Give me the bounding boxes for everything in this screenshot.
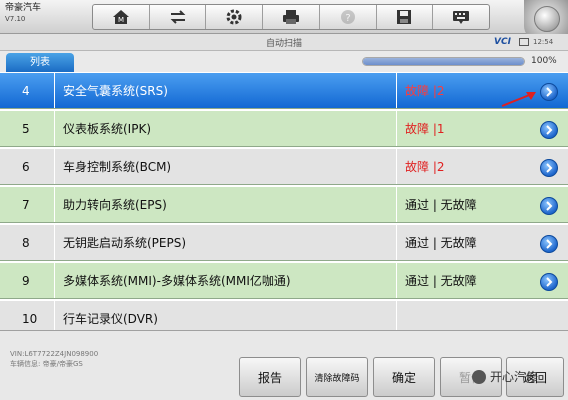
system-name: 安全气囊系统(SRS) <box>63 84 168 98</box>
help-icon: ? <box>340 10 355 24</box>
row-number: 7 <box>22 197 30 212</box>
column-divider <box>54 149 55 184</box>
vci-indicator: VCI <box>494 37 511 47</box>
row-detail-button[interactable] <box>540 235 558 253</box>
column-divider <box>396 149 397 184</box>
keyboard-button[interactable] <box>433 5 489 29</box>
tab-row: 列表 100% <box>0 51 568 72</box>
home-icon: M <box>112 10 129 24</box>
system-status: 故障 |2 <box>405 84 445 98</box>
row-number: 10 <box>22 311 38 326</box>
progress-percent: 100% <box>531 56 557 66</box>
bottom-bar: VIN:L6T7722Z4JN098900 车辆信息: 帝豪/帝豪GS 报告 清… <box>0 330 568 400</box>
row-number: 8 <box>22 235 30 250</box>
system-status: 通过 | 无故障 <box>405 198 477 212</box>
chevron-right-icon <box>546 277 553 287</box>
row-number: 9 <box>22 273 30 288</box>
table-row[interactable]: 6 车身控制系统(BCM) 故障 |2 <box>0 148 568 185</box>
top-bar: 帝豪汽车 V7.10 M ? <box>0 0 568 40</box>
brand: 帝豪汽车 V7.10 <box>5 3 41 25</box>
column-divider <box>54 225 55 260</box>
system-name: 车身控制系统(BCM) <box>63 160 172 174</box>
vin-text: VIN:L6T7722Z4JN098900 <box>10 350 99 358</box>
system-name: 助力转向系统(EPS) <box>63 198 167 212</box>
table-row[interactable]: 8 无钥匙启动系统(PEPS) 通过 | 无故障 <box>0 224 568 261</box>
scan-progress-bar <box>362 57 525 66</box>
system-name: 行车记录仪(DVR) <box>63 312 158 326</box>
vehicle-info: VIN:L6T7722Z4JN098900 车辆信息: 帝豪/帝豪GS <box>10 349 98 369</box>
row-number: 6 <box>22 159 30 174</box>
row-detail-button[interactable] <box>540 273 558 291</box>
row-number: 5 <box>22 121 30 136</box>
system-status: 通过 | 无故障 <box>405 274 477 288</box>
system-list[interactable]: 4 安全气囊系统(SRS) 故障 |2 5 仪表板系统(IPK) 故障 |1 6… <box>0 72 568 330</box>
column-divider <box>396 187 397 222</box>
system-name: 无钥匙启动系统(PEPS) <box>63 236 187 250</box>
app-version: V7.10 <box>5 15 26 23</box>
svg-text:M: M <box>118 16 124 24</box>
chevron-right-icon <box>546 239 553 249</box>
page-title: 自动扫描 <box>265 39 302 49</box>
chevron-right-icon <box>546 87 553 97</box>
row-detail-button[interactable] <box>540 197 558 215</box>
brand-name: 帝豪汽车 <box>5 3 42 13</box>
system-status: 故障 |1 <box>405 122 445 136</box>
print-button[interactable] <box>263 5 320 29</box>
system-name: 多媒体系统(MMI)-多媒体系统(MMI亿咖通) <box>63 274 291 288</box>
watermark-text: 开心汽修 <box>490 370 539 384</box>
watermark: 开心汽修 <box>472 368 538 385</box>
tab-list[interactable]: 列表 <box>6 53 74 72</box>
row-number: 4 <box>22 83 30 98</box>
system-status: 故障 |2 <box>405 160 445 174</box>
help-button[interactable]: ? <box>320 5 377 29</box>
column-divider <box>54 301 55 330</box>
column-divider <box>54 187 55 222</box>
column-divider <box>396 111 397 146</box>
keyboard-icon <box>453 11 470 24</box>
confirm-button[interactable]: 确定 <box>373 357 435 397</box>
knob-icon <box>534 6 560 32</box>
chevron-right-icon <box>546 163 553 173</box>
vehicle-path: 车辆信息: 帝豪/帝豪GS <box>10 360 83 368</box>
column-divider <box>396 73 397 108</box>
report-button[interactable]: 报告 <box>239 357 301 397</box>
scan-progress-fill <box>363 58 524 65</box>
home-button[interactable]: M <box>93 5 150 29</box>
column-divider <box>396 263 397 298</box>
title-strip: 自动扫描 VCI 12:54 <box>0 34 568 51</box>
printer-icon <box>283 10 300 24</box>
table-row[interactable]: 9 多媒体系统(MMI)-多媒体系统(MMI亿咖通) 通过 | 无故障 <box>0 262 568 299</box>
table-row[interactable]: 10 行车记录仪(DVR) <box>0 300 568 330</box>
table-row[interactable]: 7 助力转向系统(EPS) 通过 | 无故障 <box>0 186 568 223</box>
column-divider <box>54 263 55 298</box>
clear-dtc-button[interactable]: 清除故障码 <box>306 357 368 397</box>
swap-icon <box>170 10 185 24</box>
system-status: 通过 | 无故障 <box>405 236 477 250</box>
column-divider <box>54 73 55 108</box>
settings-button[interactable] <box>206 5 264 29</box>
save-icon <box>397 10 412 24</box>
column-divider <box>396 225 397 260</box>
row-detail-button[interactable] <box>540 83 558 101</box>
chevron-right-icon <box>546 125 553 135</box>
row-detail-button[interactable] <box>540 159 558 177</box>
red-arrow-annotation-icon <box>501 92 536 107</box>
swap-button[interactable] <box>150 5 207 29</box>
column-divider <box>396 301 397 330</box>
battery-icon <box>519 38 529 46</box>
toolbar: M ? <box>92 4 490 30</box>
wechat-icon <box>472 369 486 384</box>
column-divider <box>54 111 55 146</box>
system-name: 仪表板系统(IPK) <box>63 122 152 136</box>
clock: 12:54 <box>533 38 554 46</box>
table-row[interactable]: 5 仪表板系统(IPK) 故障 |1 <box>0 110 568 147</box>
chevron-right-icon <box>546 201 553 211</box>
row-detail-button[interactable] <box>540 121 558 139</box>
table-row[interactable]: 4 安全气囊系统(SRS) 故障 |2 <box>0 72 568 109</box>
gear-icon <box>226 9 242 25</box>
svg-text:?: ? <box>345 13 350 24</box>
save-button[interactable] <box>377 5 434 29</box>
